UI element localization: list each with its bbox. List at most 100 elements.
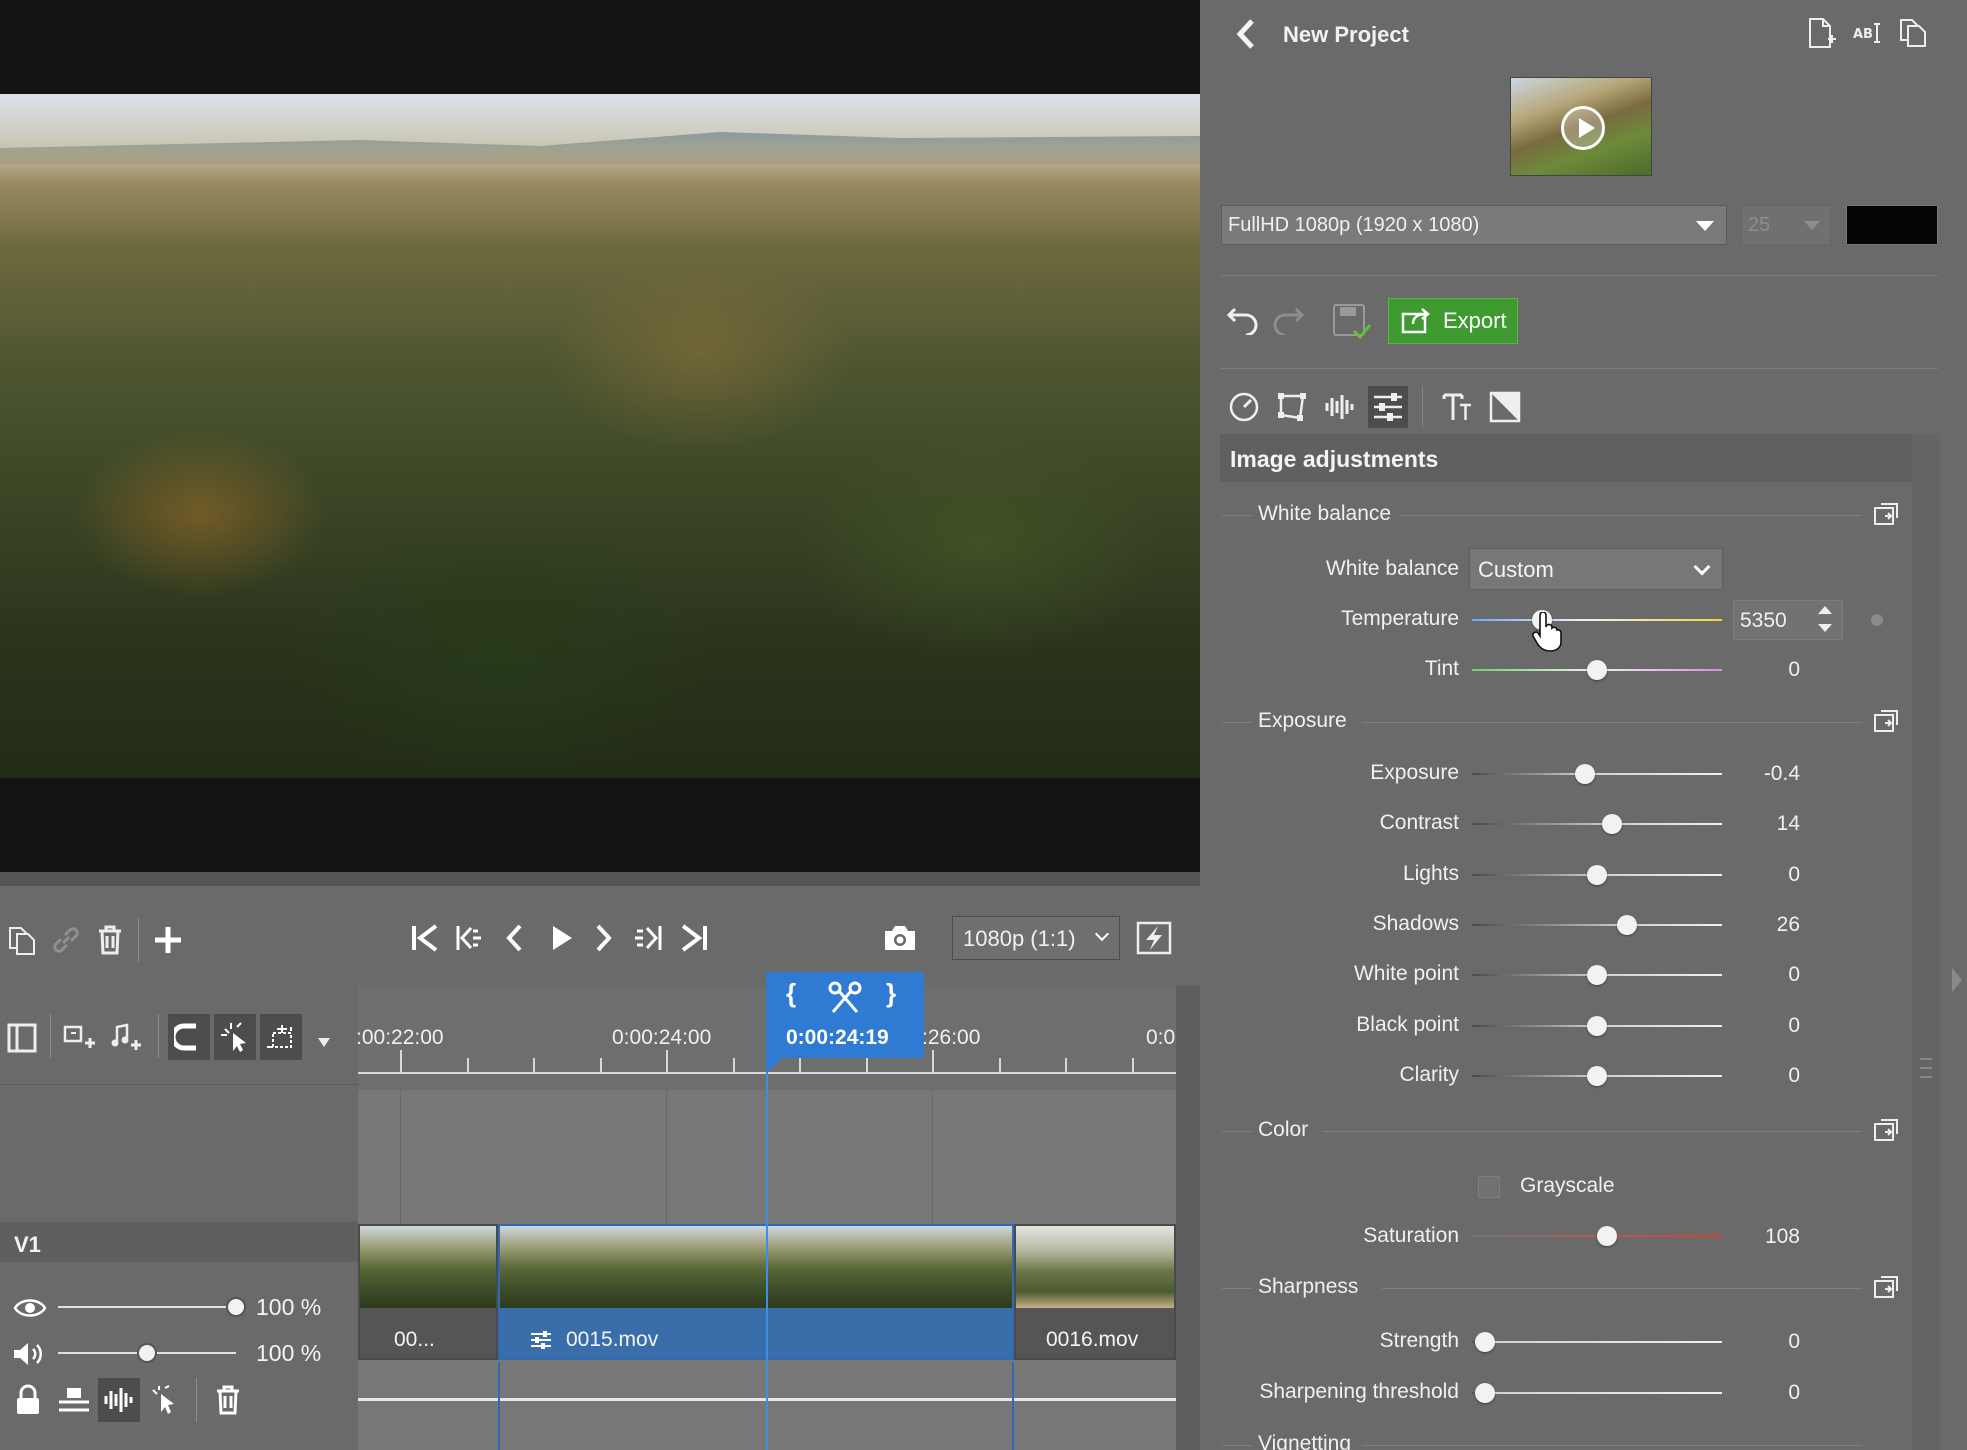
copy-clip-icon[interactable] xyxy=(4,920,40,960)
resolution-select[interactable]: FullHD 1080p (1920 x 1080) xyxy=(1221,205,1727,245)
copy-settings-icon[interactable] xyxy=(1872,500,1902,530)
mark-in-button[interactable]: { xyxy=(786,978,796,1009)
copy-settings-icon[interactable] xyxy=(1872,1273,1902,1303)
slider-knob[interactable] xyxy=(1474,1383,1495,1403)
add-video-track-icon[interactable] xyxy=(62,1018,98,1058)
clip-thumbnails xyxy=(1016,1226,1174,1308)
transform-icon[interactable] xyxy=(1272,386,1312,428)
timeline-clip[interactable]: 0016.mov xyxy=(1014,1224,1176,1360)
add-icon[interactable] xyxy=(150,920,186,960)
fps-select[interactable]: 25 xyxy=(1741,205,1831,245)
slider-knob[interactable] xyxy=(226,1297,246,1317)
slider-knob[interactable] xyxy=(1587,965,1607,986)
more-options-icon[interactable] xyxy=(314,1022,334,1062)
play-icon[interactable] xyxy=(544,918,580,958)
adjustment-value: 14 xyxy=(1776,812,1800,836)
adjustments-icon[interactable] xyxy=(1368,386,1408,428)
fast-preview-icon[interactable] xyxy=(1136,918,1172,958)
previous-clip-icon[interactable] xyxy=(452,918,488,958)
slider-knob[interactable] xyxy=(137,1343,157,1363)
project-thumbnail[interactable] xyxy=(1510,77,1652,176)
adjustment-slider[interactable] xyxy=(1472,1064,1722,1088)
go-to-start-icon[interactable] xyxy=(407,918,443,958)
timeline-clip-selected[interactable]: 0015.mov xyxy=(498,1224,1014,1360)
spin-down-icon[interactable] xyxy=(1818,624,1832,632)
slider-knob[interactable] xyxy=(1587,1065,1607,1086)
saturation-slider[interactable] xyxy=(1472,1224,1722,1248)
scissors-icon[interactable] xyxy=(826,978,864,1016)
video-opacity-slider[interactable] xyxy=(58,1297,246,1317)
back-icon[interactable] xyxy=(1230,16,1260,52)
adjustment-slider[interactable] xyxy=(1472,1381,1722,1405)
go-to-end-icon[interactable] xyxy=(676,918,712,958)
snapshot-icon[interactable] xyxy=(882,918,918,958)
eye-icon[interactable] xyxy=(12,1288,48,1328)
link-icon[interactable] xyxy=(48,920,84,960)
crop-select-icon[interactable] xyxy=(260,1014,302,1060)
audio-volume-slider[interactable] xyxy=(58,1343,236,1363)
hide-track-icon[interactable] xyxy=(56,1380,92,1420)
adjustment-value: 26 xyxy=(1776,912,1800,936)
previous-frame-icon[interactable] xyxy=(496,918,532,958)
adjustment-slider[interactable] xyxy=(1472,762,1722,786)
slider-knob[interactable] xyxy=(1474,1332,1495,1352)
speed-icon[interactable] xyxy=(1224,386,1264,428)
playhead-line[interactable] xyxy=(766,1060,768,1450)
rename-icon[interactable]: AB xyxy=(1850,16,1884,50)
preview-resize-handle[interactable] xyxy=(0,872,1200,886)
tint-slider[interactable] xyxy=(1472,658,1722,682)
adjustment-slider[interactable] xyxy=(1472,913,1722,937)
adjustment-slider[interactable] xyxy=(1472,1330,1722,1354)
adjustment-slider[interactable] xyxy=(1472,963,1722,987)
ruler-tick xyxy=(466,1058,469,1072)
mark-out-button[interactable]: } xyxy=(886,978,896,1009)
copy-settings-icon[interactable] xyxy=(1872,1116,1902,1146)
adjustment-slider[interactable] xyxy=(1472,812,1722,836)
waveform-icon[interactable] xyxy=(98,1378,140,1422)
slider-knob[interactable] xyxy=(1587,864,1607,885)
toggle-panel-icon[interactable] xyxy=(4,1018,40,1058)
track-header-v1[interactable] xyxy=(0,1222,358,1262)
spin-up-icon[interactable] xyxy=(1818,606,1832,614)
slider-knob[interactable] xyxy=(1602,814,1622,835)
adjustment-slider[interactable] xyxy=(1472,1014,1722,1038)
adjustment-slider[interactable] xyxy=(1472,863,1722,887)
slider-knob[interactable] xyxy=(1587,1015,1607,1036)
grayscale-checkbox[interactable] xyxy=(1478,1176,1500,1198)
temperature-spinner[interactable] xyxy=(1812,603,1836,637)
temperature-slider[interactable] xyxy=(1472,608,1722,632)
undo-icon[interactable] xyxy=(1225,302,1261,338)
scrollbar-grip[interactable] xyxy=(1920,1058,1932,1078)
background-color-swatch[interactable] xyxy=(1846,205,1938,245)
delete-track-icon[interactable] xyxy=(210,1380,246,1420)
reset-dot-icon[interactable] xyxy=(1871,614,1883,626)
export-button[interactable]: Export xyxy=(1388,298,1518,344)
select-track-icon[interactable] xyxy=(146,1380,182,1420)
slider-knob[interactable] xyxy=(1617,914,1637,935)
collapse-panel-icon[interactable] xyxy=(1952,968,1962,992)
white-balance-select[interactable]: Custom xyxy=(1469,548,1723,590)
magnet-snap-icon[interactable] xyxy=(168,1014,210,1060)
redo-icon[interactable] xyxy=(1270,302,1306,338)
audio-icon[interactable] xyxy=(1320,386,1360,428)
timeline-clip[interactable]: 00... xyxy=(358,1224,498,1360)
slider-knob[interactable] xyxy=(1597,1226,1617,1246)
speaker-icon[interactable] xyxy=(10,1334,46,1374)
text-icon[interactable] xyxy=(1437,386,1477,428)
new-project-icon[interactable] xyxy=(1804,16,1838,50)
slider-knob[interactable] xyxy=(1587,660,1607,680)
duplicate-icon[interactable] xyxy=(1896,16,1930,50)
next-clip-icon[interactable] xyxy=(630,918,666,958)
copy-settings-icon[interactable] xyxy=(1872,707,1902,737)
trash-icon[interactable] xyxy=(92,920,128,960)
save-icon[interactable] xyxy=(1332,302,1372,342)
preview-quality-select[interactable]: 1080p (1:1) xyxy=(952,916,1120,960)
transition-icon[interactable] xyxy=(1485,386,1525,428)
panel-scrollbar[interactable] xyxy=(1912,434,1940,1450)
lock-icon[interactable] xyxy=(10,1380,46,1420)
slider-knob[interactable] xyxy=(1574,764,1595,784)
add-audio-track-icon[interactable] xyxy=(108,1018,144,1058)
clip-name: 0015.mov xyxy=(566,1328,659,1351)
next-frame-icon[interactable] xyxy=(586,918,622,958)
ripple-select-icon[interactable] xyxy=(214,1014,256,1060)
